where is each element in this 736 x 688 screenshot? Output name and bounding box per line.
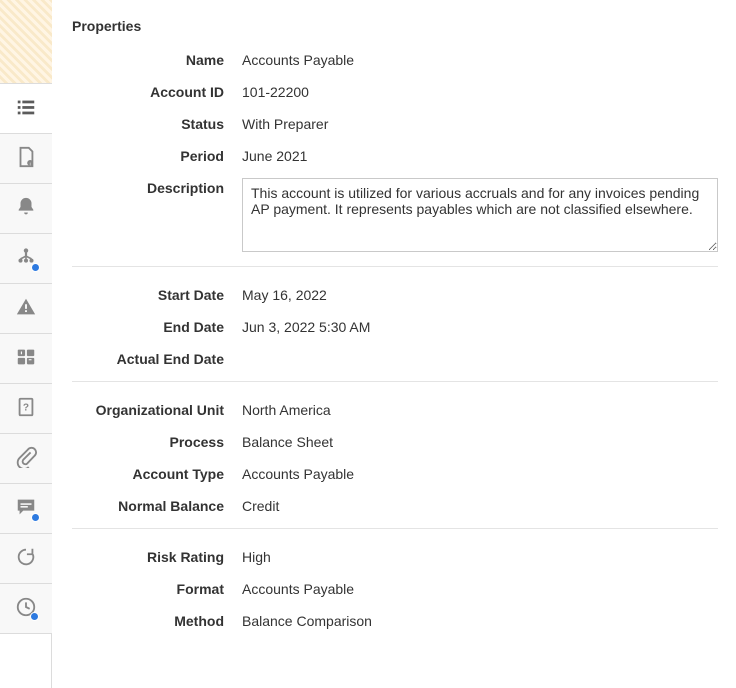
badge-dot xyxy=(31,513,40,522)
comment-icon xyxy=(15,496,37,521)
label-format: Format xyxy=(72,579,242,597)
value-org-unit: North America xyxy=(242,400,718,418)
nav-attributes[interactable] xyxy=(0,334,52,384)
value-method: Balance Comparison xyxy=(242,611,718,629)
value-actual-end-date xyxy=(242,349,718,351)
value-process: Balance Sheet xyxy=(242,432,718,450)
value-name: Accounts Payable xyxy=(242,50,718,68)
separator xyxy=(72,528,718,529)
warning-icon xyxy=(15,296,37,321)
separator xyxy=(72,266,718,267)
value-risk-rating: High xyxy=(242,547,718,565)
badge-dot xyxy=(31,263,40,272)
nav-workflow[interactable] xyxy=(0,234,52,284)
label-account-type: Account Type xyxy=(72,464,242,482)
badge-dot xyxy=(30,612,39,621)
label-status: Status xyxy=(72,114,242,132)
sync-icon xyxy=(15,546,37,571)
paperclip-icon xyxy=(15,446,37,471)
label-process: Process xyxy=(72,432,242,450)
nav-alerts[interactable] xyxy=(0,184,52,234)
label-normal-balance: Normal Balance xyxy=(72,496,242,514)
label-actual-end-date: Actual End Date xyxy=(72,349,242,367)
label-start-date: Start Date xyxy=(72,285,242,303)
description-textarea[interactable] xyxy=(242,178,718,252)
sidebar: i ? xyxy=(0,0,52,688)
nav-warnings[interactable] xyxy=(0,284,52,334)
panel-title: Properties xyxy=(72,18,718,34)
label-period: Period xyxy=(72,146,242,164)
value-account-type: Accounts Payable xyxy=(242,464,718,482)
nav-history-prior[interactable] xyxy=(0,534,52,584)
label-risk-rating: Risk Rating xyxy=(72,547,242,565)
label-method: Method xyxy=(72,611,242,629)
question-doc-icon: ? xyxy=(15,396,37,421)
label-account-id: Account ID xyxy=(72,82,242,100)
value-end-date: Jun 3, 2022 5:30 AM xyxy=(242,317,718,335)
brand-square xyxy=(0,0,52,84)
svg-text:?: ? xyxy=(23,403,29,414)
attributes-icon xyxy=(15,346,37,371)
value-start-date: May 16, 2022 xyxy=(242,285,718,303)
main-panel: Properties Name Accounts Payable Account… xyxy=(52,0,736,688)
nav-instructions[interactable]: i xyxy=(0,134,52,184)
value-normal-balance: Credit xyxy=(242,496,718,514)
value-format: Accounts Payable xyxy=(242,579,718,597)
separator xyxy=(72,381,718,382)
nav-properties[interactable] xyxy=(0,84,52,134)
label-name: Name xyxy=(72,50,242,68)
value-status: With Preparer xyxy=(242,114,718,132)
label-description: Description xyxy=(72,178,242,196)
bell-icon xyxy=(15,196,37,221)
list-icon xyxy=(15,96,37,121)
nav-comments[interactable] xyxy=(0,484,52,534)
svg-text:i: i xyxy=(30,161,31,166)
nav-attachments[interactable] xyxy=(0,434,52,484)
nav-questions[interactable]: ? xyxy=(0,384,52,434)
nav-history[interactable] xyxy=(0,584,52,634)
label-end-date: End Date xyxy=(72,317,242,335)
workflow-icon xyxy=(15,246,37,271)
value-account-id: 101-22200 xyxy=(242,82,718,100)
document-info-icon: i xyxy=(15,146,37,171)
label-org-unit: Organizational Unit xyxy=(72,400,242,418)
value-period: June 2021 xyxy=(242,146,718,164)
clock-icon xyxy=(15,596,37,621)
